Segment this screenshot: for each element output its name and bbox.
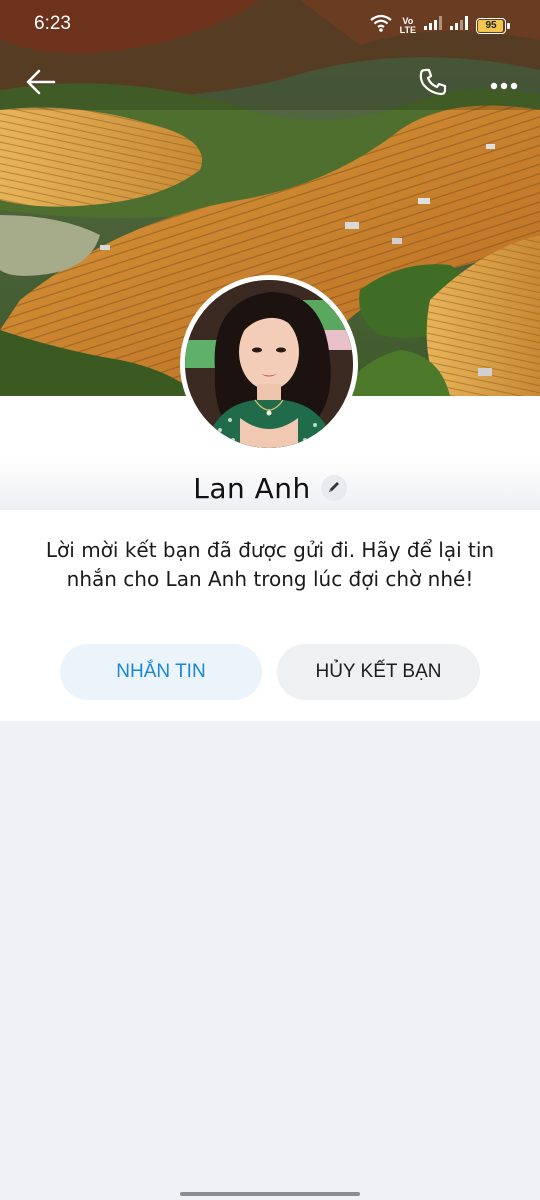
more-button[interactable] <box>481 61 527 107</box>
status-bar: 6:23 Vo LTE 95 <box>0 0 540 48</box>
profile-name: Lan Anh <box>193 471 311 505</box>
avatar[interactable] <box>180 275 358 453</box>
name-row: Lan Anh <box>0 466 540 510</box>
friend-request-message: Lời mời kết bạn đã được gửi đi. Hãy để l… <box>45 538 495 591</box>
status-icons: Vo LTE 95 <box>369 14 510 37</box>
battery-level: 95 <box>485 20 497 31</box>
status-time: 6:23 <box>34 13 71 34</box>
message-button[interactable]: NHẮN TIN <box>60 644 262 700</box>
signal-icon-sim1 <box>424 16 442 35</box>
more-horizontal-icon <box>490 75 518 94</box>
call-button[interactable] <box>410 61 456 107</box>
home-indicator[interactable] <box>180 1192 360 1196</box>
phone-icon <box>418 67 448 101</box>
unfriend-button[interactable]: HỦY KẾT BẠN <box>277 644 480 700</box>
back-button[interactable] <box>18 61 64 107</box>
arrow-left-icon <box>26 69 56 99</box>
wifi-icon <box>369 14 392 37</box>
volte-bottom: LTE <box>399 24 416 35</box>
pencil-icon <box>327 479 341 498</box>
profile-screen: 6:23 Vo LTE 95 Lan Anh Lời mời kết bạn đ… <box>0 0 540 1200</box>
volte-icon: Vo LTE <box>399 16 416 35</box>
edit-name-button[interactable] <box>320 475 347 501</box>
battery-icon: 95 <box>476 17 510 34</box>
signal-icon-sim2 <box>450 16 468 35</box>
